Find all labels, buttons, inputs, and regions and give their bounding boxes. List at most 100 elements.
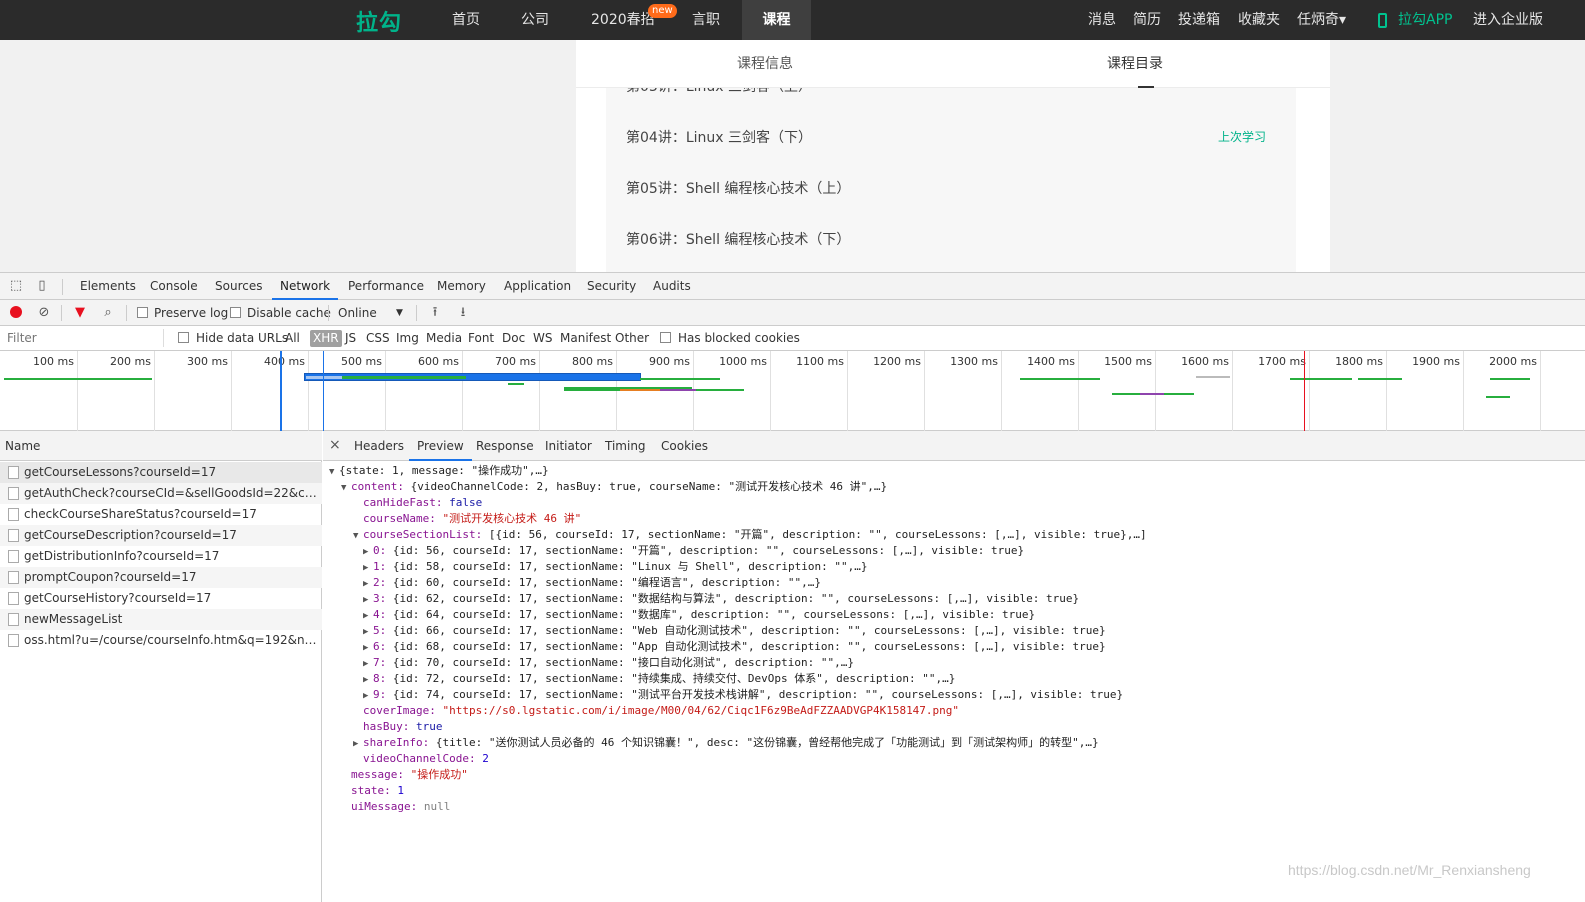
filter-icon[interactable]: ▼	[72, 305, 88, 321]
filter-js[interactable]: JS	[342, 330, 359, 347]
triangle-right-icon[interactable]: ▶	[363, 544, 373, 560]
triangle-right-icon[interactable]: ▶	[363, 624, 373, 640]
request-row[interactable]: checkCourseShareStatus?courseId=17	[0, 504, 322, 525]
json-root[interactable]: ▼ {state: 1, message: "操作成功",…}	[329, 463, 549, 479]
filter-css[interactable]: CSS	[363, 330, 393, 347]
triangle-right-icon[interactable]: ▶	[363, 688, 373, 704]
request-row[interactable]: getCourseLessons?courseId=17	[0, 462, 322, 483]
tab-sources[interactable]: Sources	[215, 273, 262, 300]
throttle-select[interactable]: Online	[338, 300, 377, 326]
tab-course-info[interactable]: 课程信息	[737, 40, 793, 88]
json-section-item[interactable]: ▶ 5: {id: 66, courseId: 17, sectionName: …	[363, 623, 1106, 639]
blocked-cookies-checkbox[interactable]	[660, 332, 671, 343]
tab-headers[interactable]: Headers	[354, 431, 404, 461]
filter-manifest[interactable]: Manifest	[557, 330, 614, 347]
request-row[interactable]: newMessageList	[0, 609, 322, 630]
triangle-right-icon[interactable]: ▶	[363, 560, 373, 576]
site-logo[interactable]: 拉勾	[356, 5, 402, 37]
json-section-item[interactable]: ▶ 1: {id: 58, courseId: 17, sectionName: …	[363, 559, 867, 575]
export-har-icon[interactable]: ⭳	[455, 305, 471, 321]
request-row[interactable]: getCourseDescription?courseId=17	[0, 525, 322, 546]
triangle-down-icon[interactable]: ▼	[353, 528, 363, 544]
json-section-item[interactable]: ▶ 9: {id: 74, courseId: 17, sectionName: …	[363, 687, 1123, 703]
device-toggle-icon[interactable]: ▯	[35, 279, 49, 293]
filter-font[interactable]: Font	[465, 330, 497, 347]
tab-application[interactable]: Application	[504, 273, 571, 300]
json-section-item[interactable]: ▶ 0: {id: 56, courseId: 17, sectionName: …	[363, 543, 1024, 559]
json-section-item[interactable]: ▶ 3: {id: 62, courseId: 17, sectionName: …	[363, 591, 1079, 607]
nav-yanzhi[interactable]: 言职	[692, 0, 720, 40]
filter-all[interactable]: All	[282, 330, 303, 347]
close-icon[interactable]: ×	[329, 431, 341, 461]
triangle-down-icon[interactable]: ▼	[341, 480, 351, 496]
filter-ws[interactable]: WS	[530, 330, 555, 347]
triangle-right-icon[interactable]: ▶	[363, 672, 373, 688]
nav-resume[interactable]: 简历	[1133, 0, 1161, 40]
json-section-list[interactable]: ▼ courseSectionList: [{id: 56, courseId: …	[353, 527, 1147, 543]
nav-course[interactable]: 课程	[742, 0, 811, 40]
lesson-item[interactable]: 第04讲：Linux 三剑客（下）	[626, 127, 812, 147]
nav-messages[interactable]: 消息	[1088, 0, 1116, 40]
filter-xhr[interactable]: XHR	[310, 330, 342, 347]
json-section-item[interactable]: ▶ 8: {id: 72, courseId: 17, sectionName: …	[363, 671, 955, 687]
json-content[interactable]: ▼ content: {videoChannelCode: 2, hasBuy: …	[341, 479, 887, 495]
nav-delivery[interactable]: 投递箱	[1178, 0, 1220, 40]
nav-favorites[interactable]: 收藏夹	[1238, 0, 1280, 40]
triangle-right-icon[interactable]: ▶	[363, 640, 373, 656]
nav-home[interactable]: 首页	[452, 0, 480, 40]
tab-security[interactable]: Security	[587, 273, 636, 300]
clear-icon[interactable]: ⊘	[36, 305, 52, 321]
disable-cache-checkbox[interactable]	[230, 307, 241, 318]
network-timeline[interactable]: 100 ms 200 ms 300 ms 400 ms 500 ms 600 ms 700 …	[0, 351, 1585, 431]
record-button[interactable]	[10, 306, 22, 318]
tab-preview[interactable]: Preview	[409, 431, 472, 461]
request-row[interactable]: getCourseHistory?courseId=17	[0, 588, 322, 609]
filter-input[interactable]	[4, 329, 164, 347]
tab-cookies[interactable]: Cookies	[661, 431, 708, 461]
tab-initiator[interactable]: Initiator	[545, 431, 592, 461]
nav-spring-recruit[interactable]: 2020春招	[591, 0, 655, 40]
json-shareinfo[interactable]: ▶ shareInfo: {title: "送你测试人员必备的 46 个知识锦囊！…	[353, 735, 1099, 751]
json-section-item[interactable]: ▶ 7: {id: 70, courseId: 17, sectionName: …	[363, 655, 854, 671]
filter-other[interactable]: Other	[612, 330, 652, 347]
lesson-item[interactable]: 第06讲：Shell 编程核心技术（下）	[626, 229, 850, 249]
chevron-down-icon[interactable]: ▼	[396, 300, 403, 326]
json-section-item[interactable]: ▶ 2: {id: 60, courseId: 17, sectionName: …	[363, 575, 821, 591]
json-section-item[interactable]: ▶ 4: {id: 64, courseId: 17, sectionName: …	[363, 607, 1035, 623]
user-menu[interactable]: 任炳奇▾	[1297, 0, 1346, 40]
tab-response[interactable]: Response	[476, 431, 534, 461]
lesson-item[interactable]: 第03讲：Linux 三剑客（上）	[626, 88, 812, 96]
hide-data-urls-checkbox[interactable]	[178, 332, 189, 343]
tab-elements[interactable]: Elements	[80, 273, 136, 300]
filter-img[interactable]: Img	[393, 330, 422, 347]
lesson-item[interactable]: 第05讲：Shell 编程核心技术（上）	[626, 178, 850, 198]
request-row[interactable]: oss.html?u=/course/courseInfo.htm&q=192&…	[0, 630, 322, 651]
request-row[interactable]: getDistributionInfo?courseId=17	[0, 546, 322, 567]
import-har-icon[interactable]: ⭱	[427, 305, 443, 321]
search-icon[interactable]: ⌕	[100, 305, 116, 321]
tab-audits[interactable]: Audits	[653, 273, 691, 300]
preserve-log-checkbox[interactable]	[137, 307, 148, 318]
triangle-right-icon[interactable]: ▶	[353, 736, 363, 752]
tab-performance[interactable]: Performance	[348, 273, 424, 300]
enterprise-link[interactable]: 进入企业版	[1473, 0, 1543, 40]
inspect-icon[interactable]: ⬚	[9, 279, 23, 293]
tab-course-catalog[interactable]: 课程目录	[1107, 40, 1163, 88]
name-column-header[interactable]: Name	[0, 431, 322, 461]
app-link[interactable]: 拉勾APP	[1398, 0, 1452, 40]
tab-timing[interactable]: Timing	[605, 431, 646, 461]
triangle-right-icon[interactable]: ▶	[363, 576, 373, 592]
tab-network[interactable]: Network	[272, 273, 339, 300]
triangle-right-icon[interactable]: ▶	[363, 608, 373, 624]
nav-company[interactable]: 公司	[521, 0, 549, 40]
tab-memory[interactable]: Memory	[437, 273, 486, 300]
triangle-right-icon[interactable]: ▶	[363, 656, 373, 672]
tab-console[interactable]: Console	[150, 273, 198, 300]
json-section-item[interactable]: ▶ 6: {id: 68, courseId: 17, sectionName: …	[363, 639, 1106, 655]
request-row[interactable]: getAuthCheck?courseCId=&sellGoodsId=22&c…	[0, 483, 322, 504]
filter-doc[interactable]: Doc	[499, 330, 528, 347]
triangle-down-icon[interactable]: ▼	[329, 464, 339, 480]
filter-media[interactable]: Media	[423, 330, 465, 347]
triangle-right-icon[interactable]: ▶	[363, 592, 373, 608]
request-row[interactable]: promptCoupon?courseId=17	[0, 567, 322, 588]
